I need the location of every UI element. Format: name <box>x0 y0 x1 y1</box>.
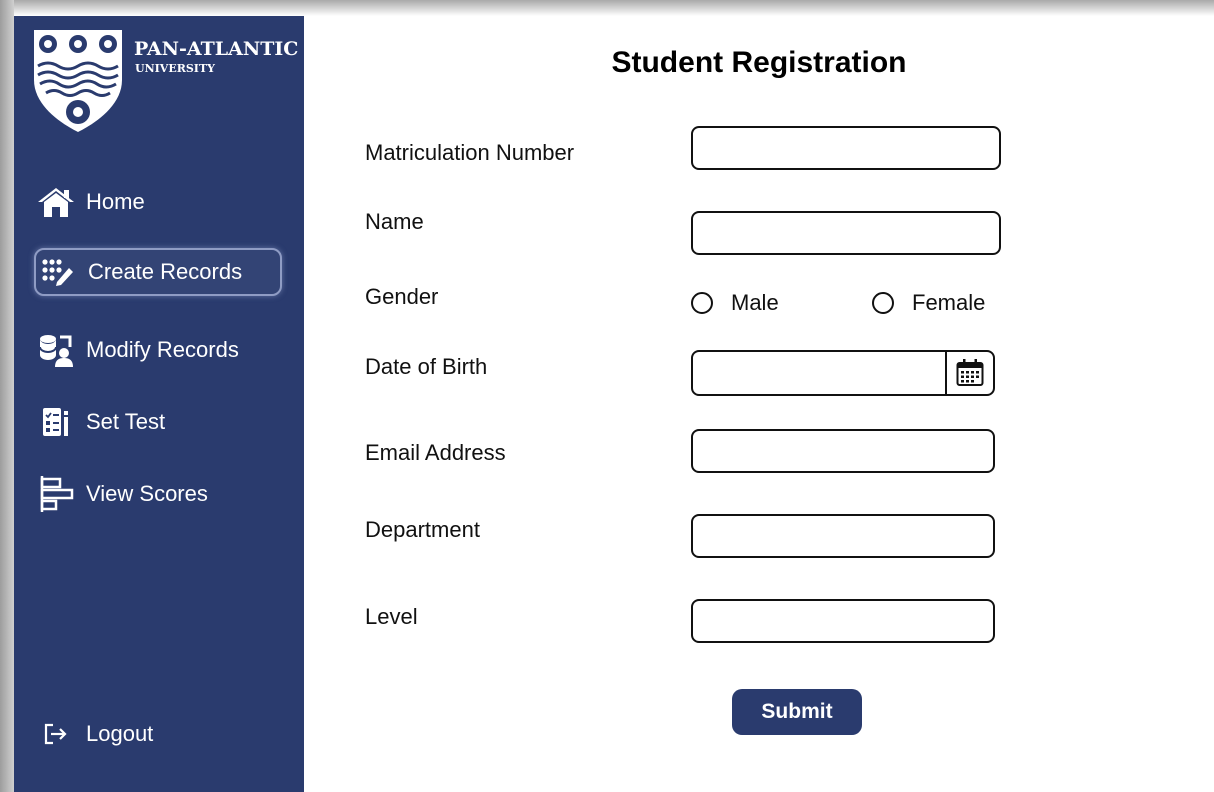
email-label: Email Address <box>365 440 506 465</box>
department-label: Department <box>365 517 480 542</box>
brand-name: PAN-ATLANTIC <box>134 38 299 60</box>
logout-icon <box>34 722 78 746</box>
brand-subtitle: UNIVERSITY <box>135 62 215 75</box>
logout-button[interactable]: Logout <box>34 710 282 758</box>
window-left-shadow <box>0 0 14 792</box>
level-input[interactable] <box>691 599 995 643</box>
page-title: Student Registration <box>611 46 907 79</box>
sidebar-item-set-test[interactable]: Set Test <box>34 398 282 446</box>
submit-button[interactable]: Submit <box>732 689 862 735</box>
gender-label: Gender <box>365 284 439 309</box>
radio-circle[interactable] <box>691 292 713 314</box>
gender-radio-male[interactable]: Male <box>691 290 779 316</box>
radio-circle[interactable] <box>872 292 894 314</box>
name-input[interactable] <box>691 211 1001 255</box>
set-test-icon <box>34 407 78 437</box>
window-top-shadow <box>0 0 1214 16</box>
shield-logo-icon <box>34 30 122 132</box>
calendar-button[interactable] <box>945 352 993 394</box>
email-input[interactable] <box>691 429 995 473</box>
date-of-birth-input[interactable] <box>693 352 945 394</box>
sidebar-item-label: Create Records <box>88 259 243 284</box>
department-input[interactable] <box>691 514 995 558</box>
date-of-birth-field[interactable] <box>691 350 995 396</box>
radio-label-female: Female <box>912 290 986 315</box>
home-icon <box>34 186 78 218</box>
radio-label-male: Male <box>731 290 779 315</box>
sidebar-item-view-scores[interactable]: View Scores <box>34 470 282 518</box>
dob-label: Date of Birth <box>365 354 488 379</box>
sidebar-item-modify-records[interactable]: Modify Records <box>34 326 282 374</box>
name-label: Name <box>365 209 424 234</box>
calendar-icon <box>956 359 984 386</box>
sidebar-item-create-records[interactable]: Create Records <box>34 248 282 296</box>
sidebar-item-label: Modify Records <box>86 337 239 362</box>
sidebar-item-label: Home <box>86 189 145 214</box>
create-records-icon <box>36 258 80 286</box>
modify-records-icon <box>34 333 78 367</box>
sidebar-item-label: View Scores <box>86 481 208 506</box>
university-logo[interactable]: PAN-ATLANTIC UNIVERSITY <box>32 28 298 138</box>
logout-label: Logout <box>86 721 154 746</box>
sidebar: PAN-ATLANTIC UNIVERSITY Home Create Reco… <box>14 16 304 792</box>
sidebar-item-label: Set Test <box>86 409 166 434</box>
matric-number-input[interactable] <box>691 126 1001 170</box>
level-label: Level <box>365 604 418 629</box>
view-scores-icon <box>34 475 78 513</box>
gender-radio-female[interactable]: Female <box>872 290 985 316</box>
matric-label: Matriculation Number <box>365 140 575 165</box>
sidebar-item-home[interactable]: Home <box>34 178 282 226</box>
